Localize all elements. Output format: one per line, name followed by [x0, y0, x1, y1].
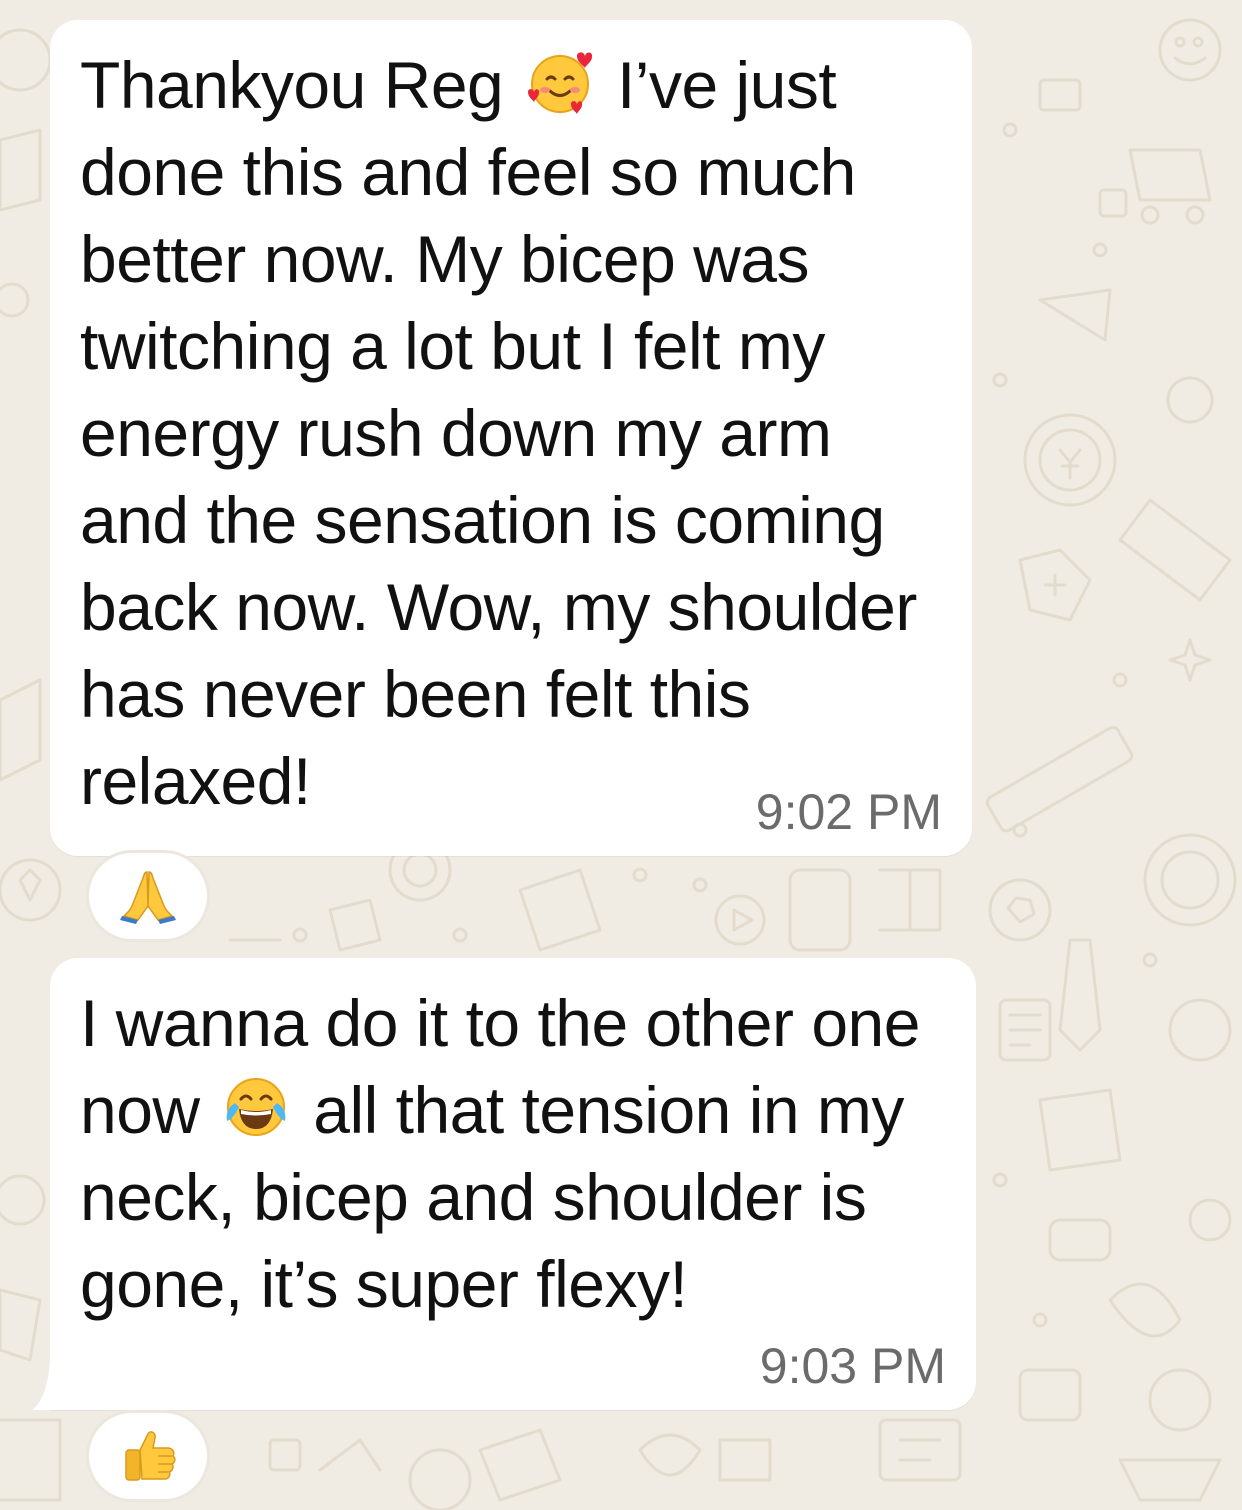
thumbs-up-icon: [118, 1426, 178, 1486]
message-timestamp: 9:03 PM: [759, 1338, 946, 1394]
message-reaction[interactable]: [86, 1410, 210, 1502]
message-text: I wanna do it to the other one now all t…: [80, 980, 970, 1328]
folded-hands-icon: [118, 866, 178, 926]
message-text: Thankyou Reg I’ve just done this and fee…: [80, 42, 960, 825]
message-text-part: Thankyou Reg: [80, 48, 522, 122]
message-reaction[interactable]: [86, 850, 210, 942]
incoming-message-bubble[interactable]: Thankyou Reg I’ve just done this and fee…: [50, 20, 972, 856]
smiling-face-with-hearts-icon: [525, 48, 595, 118]
face-with-tears-of-joy-icon: [221, 1073, 291, 1143]
incoming-message-bubble[interactable]: I wanna do it to the other one now all t…: [50, 958, 976, 1410]
message-text-part: I’ve just done this and feel so much bet…: [80, 48, 917, 818]
message-timestamp: 9:02 PM: [755, 784, 942, 840]
